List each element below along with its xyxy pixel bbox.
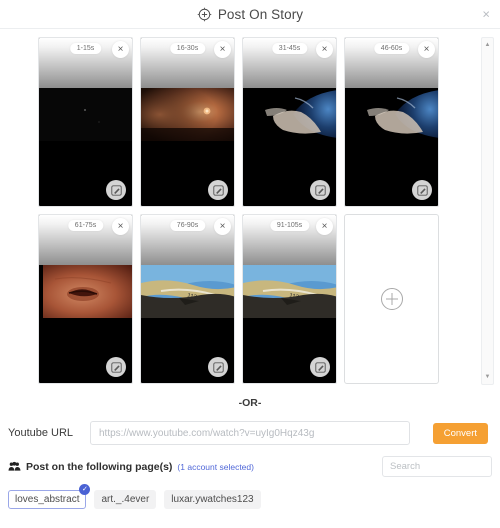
frame-remove-icon[interactable]: ×	[418, 41, 435, 58]
story-frame[interactable]: 1-15s ×	[38, 37, 133, 207]
frame-remove-icon[interactable]: ×	[112, 41, 129, 58]
search-input[interactable]	[382, 456, 492, 477]
youtube-url-label: Youtube URL	[8, 427, 74, 439]
frame-edit-icon[interactable]	[412, 180, 432, 200]
add-frame-slot[interactable]	[344, 214, 439, 384]
frame-edit-icon[interactable]	[310, 180, 330, 200]
story-frame[interactable]: 16-30s ×	[140, 37, 235, 207]
people-icon	[8, 461, 21, 472]
frame-time-label: 61-75s	[67, 220, 104, 231]
add-story-icon	[197, 7, 212, 22]
scroll-up-icon[interactable]: ▲	[482, 39, 493, 51]
accounts-title-group: Post on the following page(s) (1 account…	[8, 461, 254, 473]
frame-remove-icon[interactable]: ×	[112, 218, 129, 235]
account-chip-list: loves_abstract ✓ art._.4ever luxar.ywatc…	[0, 477, 500, 509]
close-icon[interactable]: ×	[482, 8, 490, 21]
scroll-down-icon[interactable]: ▼	[482, 371, 493, 383]
convert-button[interactable]: Convert	[432, 422, 488, 444]
frame-remove-icon[interactable]: ×	[214, 41, 231, 58]
account-chip-selected[interactable]: loves_abstract ✓	[8, 484, 91, 509]
frame-thumbnail-image: 112	[243, 265, 336, 318]
frame-edit-icon[interactable]	[310, 357, 330, 377]
story-frame[interactable]: 46-60s ×	[344, 37, 439, 207]
frames-scrollbar[interactable]: ▲ ▼	[481, 37, 494, 385]
account-chip-label: loves_abstract	[15, 494, 80, 505]
accounts-header: Post on the following page(s) (1 account…	[0, 445, 500, 477]
youtube-url-row: Youtube URL Convert	[0, 409, 500, 445]
accounts-title: Post on the following page(s)	[26, 460, 173, 473]
frame-edit-icon[interactable]	[106, 180, 126, 200]
plus-circle-icon	[380, 288, 403, 310]
frame-time-label: 76-90s	[169, 220, 206, 231]
frame-time-label: 16-30s	[169, 43, 206, 54]
frame-remove-icon[interactable]: ×	[316, 218, 333, 235]
frame-edit-icon[interactable]	[208, 357, 228, 377]
frame-time-label: 46-60s	[373, 43, 410, 54]
frame-thumbnail-image: 112	[141, 265, 234, 318]
frame-thumbnail-image	[345, 88, 438, 141]
frame-thumbnail-image	[39, 265, 132, 318]
frame-time-label: 91-105s	[269, 220, 310, 231]
frame-edit-icon[interactable]	[106, 357, 126, 377]
story-frames-region: 1-15s × 16-30s × 31-45s × 46-60s × 61-75…	[0, 29, 500, 391]
youtube-url-input[interactable]	[90, 421, 410, 445]
frame-thumbnail-image	[39, 88, 132, 141]
frame-thumbnail-image	[243, 88, 336, 141]
frame-time-label: 31-45s	[271, 43, 308, 54]
page-title: Post On Story	[217, 6, 304, 22]
story-frame[interactable]: 61-75s ×	[38, 214, 133, 384]
accounts-selected-count: (1 account selected)	[177, 461, 254, 472]
frame-thumbnail-image	[141, 88, 234, 141]
account-chip[interactable]: art._.4ever	[94, 490, 157, 509]
frame-remove-icon[interactable]: ×	[316, 41, 333, 58]
header-title-group: Post On Story	[197, 7, 303, 22]
story-frame[interactable]: 112 91-105s ×	[242, 214, 337, 384]
frame-remove-icon[interactable]: ×	[214, 218, 231, 235]
story-frame[interactable]: 31-45s ×	[242, 37, 337, 207]
modal-header: Post On Story ×	[0, 0, 500, 29]
frame-edit-icon[interactable]	[208, 180, 228, 200]
or-divider: -OR-	[238, 397, 262, 409]
check-icon: ✓	[79, 484, 91, 495]
story-frame[interactable]: 112 76-90s ×	[140, 214, 235, 384]
frame-time-label: 1-15s	[69, 43, 102, 54]
account-chip[interactable]: luxar.ywatches123	[164, 490, 261, 509]
story-frames-grid: 1-15s × 16-30s × 31-45s × 46-60s × 61-75…	[0, 37, 458, 391]
